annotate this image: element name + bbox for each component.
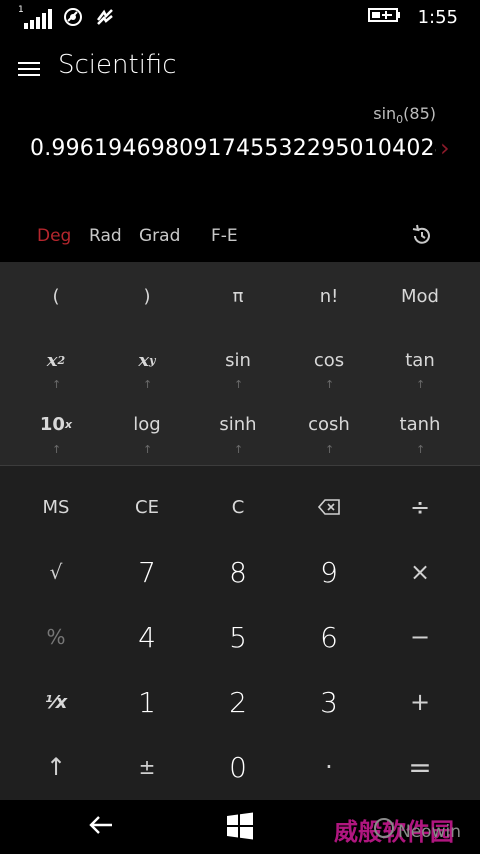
shift-arrow-icon: ↑ [416,443,426,456]
key-5[interactable]: 5 [192,615,284,659]
windows-logo-icon[interactable] [226,812,254,844]
status-bar: 1 1:55 [0,0,480,34]
key-6[interactable]: 6 [283,615,375,659]
key-equals[interactable]: = [374,745,466,789]
mode-grad[interactable]: Grad [139,226,180,246]
key-multiply[interactable]: × [374,550,466,594]
shift-arrow-icon: ↑ [325,378,335,391]
scientific-keypad: ( ) π n! Mod x2 xy sin cos tan ↑ ↑ ↑ ↑ ↑… [0,262,480,465]
key-plus[interactable]: + [374,680,466,724]
key-2[interactable]: 2 [192,680,284,724]
signal-strength-icon: 1 [18,5,52,29]
key-x-power-y-base: x [138,349,150,371]
expression-display: sin0(85) [373,104,436,126]
history-icon[interactable] [410,224,434,248]
key-clear[interactable]: C [192,486,284,528]
location-icon [62,6,84,32]
key-log[interactable]: log [101,404,193,444]
key-8[interactable]: 8 [192,550,284,594]
key-x-squared[interactable]: x2 [10,340,102,380]
shift-arrow-icon: ↑ [234,378,244,391]
key-percent[interactable]: % [10,615,102,659]
key-sinh[interactable]: sinh [192,404,284,444]
battery-charging-icon [367,6,402,28]
shift-arrow-icon: ↑ [416,378,426,391]
expression-argument: (85) [403,104,436,123]
expression-function: sin [373,104,397,123]
key-negate[interactable]: ± [101,745,193,789]
key-close-paren[interactable]: ) [101,276,193,316]
key-mod[interactable]: Mod [374,276,466,316]
key-shift[interactable]: ↑ [10,745,102,789]
key-4[interactable]: 4 [101,615,193,659]
mode-fe[interactable]: F-E [211,226,238,246]
status-left: 1 [18,5,116,32]
key-minus[interactable]: − [374,615,466,659]
key-0[interactable]: 0 [192,745,284,789]
key-sqrt[interactable]: √ [10,550,102,594]
key-pi[interactable]: π [192,276,284,316]
key-memory-store[interactable]: MS [10,486,102,528]
key-tan[interactable]: tan [374,340,466,380]
key-tanh[interactable]: tanh [374,404,466,444]
key-ten-power-x[interactable]: 10 x [10,404,102,444]
shift-arrow-icon: ↑ [52,443,62,456]
angle-mode-bar: Deg Rad Grad F-E [0,220,480,256]
numeric-keypad: MS CE C ÷ √ 7 8 9 × % 4 5 6 − ¹⁄x 1 2 3 … [0,466,480,800]
watermark-logo-icon [374,818,394,838]
key-decimal[interactable]: · [283,745,375,789]
status-right: 1:55 [367,6,458,28]
key-x-power-y-exp: y [149,353,156,367]
key-x-squared-exp: 2 [57,353,66,367]
key-factorial[interactable]: n! [283,276,375,316]
shift-arrow-icon: ↑ [234,443,244,456]
back-arrow-icon[interactable] [88,814,114,840]
key-open-paren[interactable]: ( [10,276,102,316]
key-1[interactable]: 1 [101,680,193,724]
key-ten-power-x-exp: x [64,417,73,431]
shift-arrow-icon: ↑ [325,443,335,456]
key-x-power-y[interactable]: xy [101,340,193,380]
result-display: 0.99619469809174553229501040247389 [30,136,436,161]
mode-deg[interactable]: Deg [37,226,71,246]
signal-sim-label: 1 [18,5,24,15]
page-title: Scientific [58,50,177,80]
key-cos[interactable]: cos [283,340,375,380]
key-clear-entry[interactable]: CE [101,486,193,528]
key-reciprocal[interactable]: ¹⁄x [10,680,102,724]
key-cosh[interactable]: cosh [283,404,375,444]
chevron-right-icon[interactable]: › [440,134,450,162]
backspace-icon[interactable] [283,486,375,528]
menu-icon[interactable] [18,62,40,78]
data-sense-icon [94,6,116,32]
watermark-neowin: Neowin [398,822,461,842]
key-x-squared-base: x [46,349,58,371]
key-9[interactable]: 9 [283,550,375,594]
title-bar: Scientific [0,40,480,96]
key-7[interactable]: 7 [101,550,193,594]
key-3[interactable]: 3 [283,680,375,724]
mode-rad[interactable]: Rad [89,226,122,246]
key-divide[interactable]: ÷ [374,486,466,528]
key-ten-power-x-base: 10 [39,413,65,435]
key-sin[interactable]: sin [192,340,284,380]
shift-arrow-icon: ↑ [52,378,62,391]
shift-arrow-icon: ↑ [143,378,153,391]
shift-arrow-icon: ↑ [143,443,153,456]
clock: 1:55 [417,6,458,28]
